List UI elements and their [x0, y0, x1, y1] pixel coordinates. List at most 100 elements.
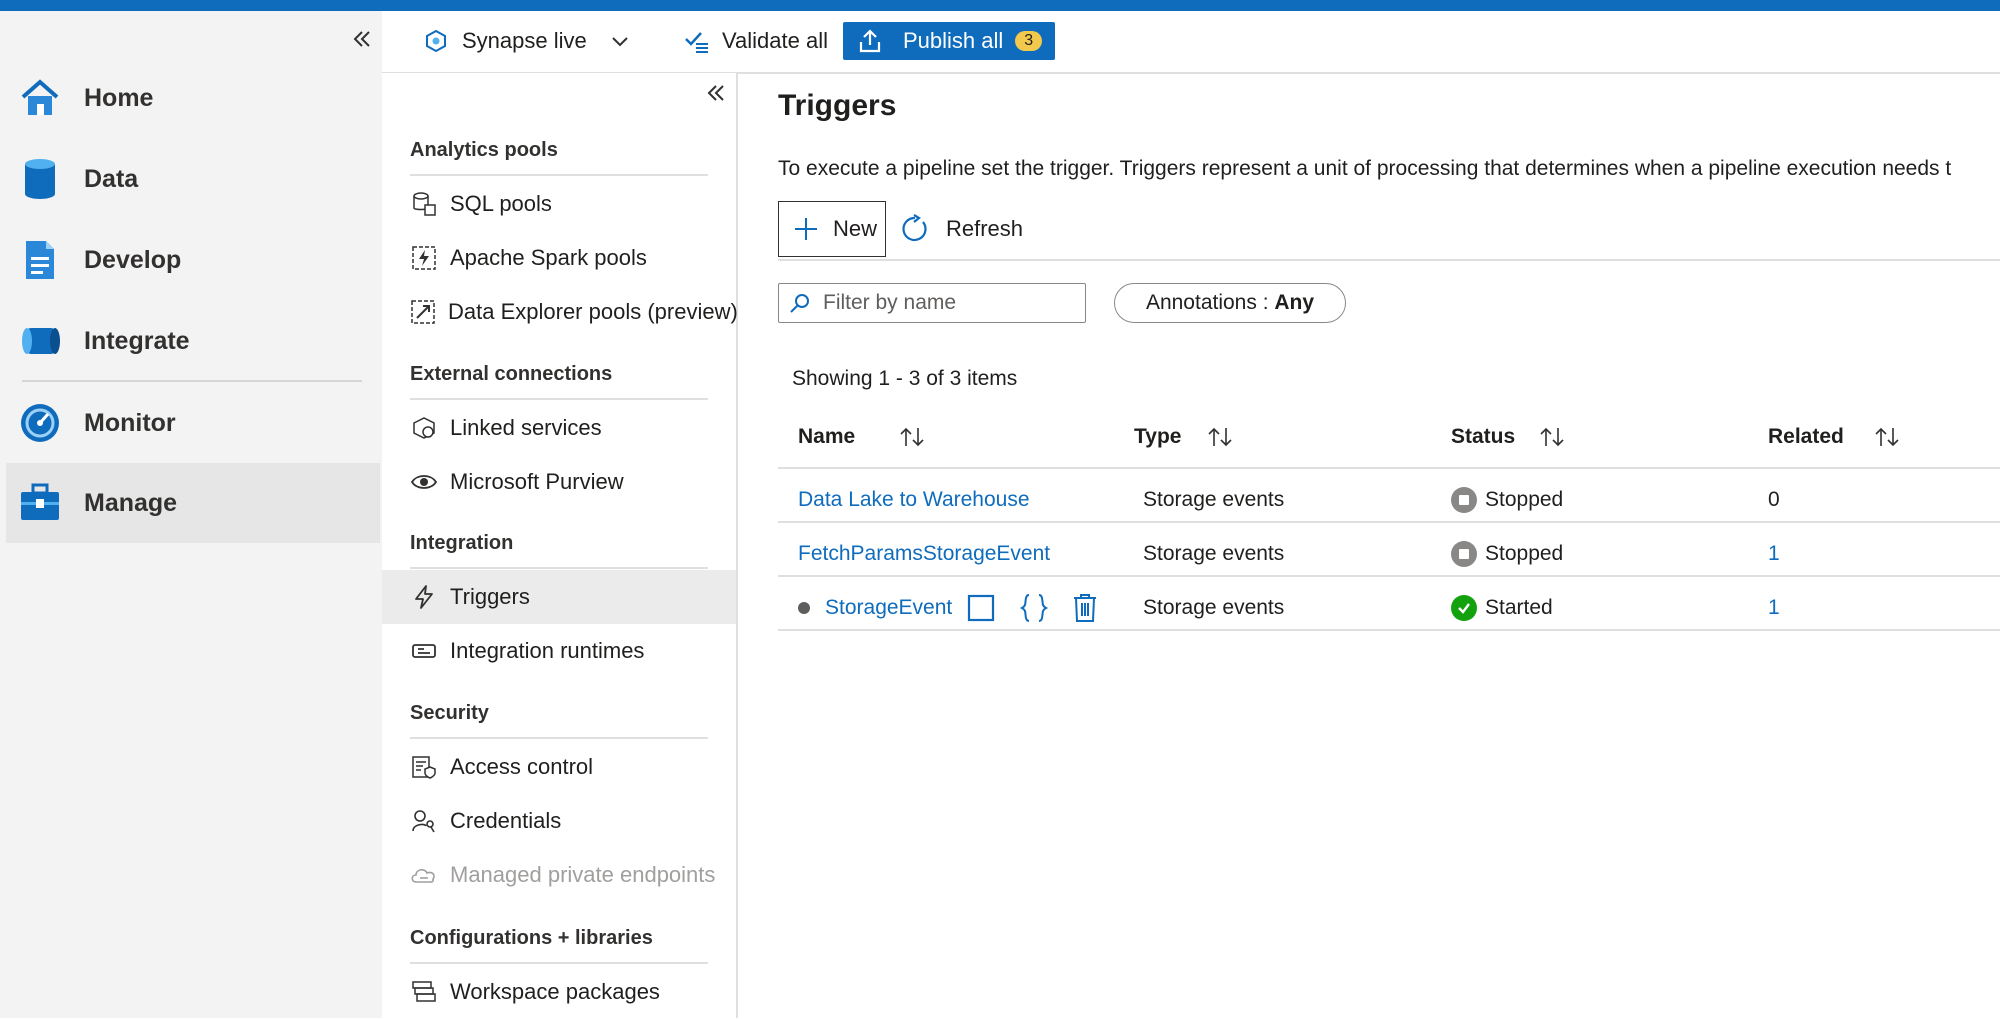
subnav-item-triggers[interactable]: Triggers: [382, 570, 736, 624]
nav-item-home[interactable]: Home: [6, 58, 380, 138]
column-header-label: Name: [798, 425, 856, 448]
left-navigation: Home Data Develop Integrate Monitor Mana…: [0, 11, 382, 1018]
code-braces-icon[interactable]: [1020, 591, 1048, 625]
monitor-icon: [18, 401, 62, 445]
trigger-name-link[interactable]: StorageEvent: [825, 591, 952, 625]
sort-icon: [1539, 426, 1565, 448]
table-row-divider: [778, 575, 2000, 577]
filter-by-name-input[interactable]: Filter by name: [778, 283, 1086, 323]
subnav-label: Access control: [450, 754, 594, 779]
status-label: Started: [1485, 596, 1553, 619]
collapse-nav-icon[interactable]: [350, 27, 374, 51]
workspace-mode-dropdown[interactable]: Synapse live: [424, 11, 629, 71]
subnav-label: Microsoft Purview: [450, 469, 624, 494]
nav-item-monitor[interactable]: Monitor: [6, 383, 380, 463]
column-header-status[interactable]: Status: [1451, 425, 1565, 449]
integrate-icon: [18, 319, 62, 363]
subnav-label: Triggers: [450, 584, 530, 609]
trigger-type: Storage events: [1143, 596, 1285, 619]
delete-trash-icon[interactable]: [1072, 591, 1098, 625]
items-count-text: Showing 1 - 3 of 3 items: [792, 367, 1018, 390]
section-divider: [410, 567, 708, 569]
trigger-type: Storage events: [1143, 542, 1285, 565]
publish-all-label: Publish all: [903, 28, 1004, 53]
subnav-item-apache-spark-pools[interactable]: Apache Spark pools: [382, 231, 736, 285]
develop-icon: [18, 238, 62, 282]
subnav-item-sql-pools[interactable]: SQL pools: [382, 177, 736, 231]
subnav-label: Data Explorer pools (preview): [448, 299, 738, 324]
nav-label-home: Home: [84, 83, 154, 112]
subnav-item-microsoft-purview[interactable]: Microsoft Purview: [382, 455, 736, 509]
refresh-button[interactable]: Refresh: [900, 201, 1023, 257]
manage-subnav: Analytics pools SQL pools Apache Spark p…: [382, 73, 738, 1018]
manage-icon: [18, 481, 62, 525]
annotations-label: Annotations :: [1145, 291, 1275, 314]
nav-item-integrate[interactable]: Integrate: [6, 301, 380, 381]
section-divider: [410, 174, 708, 176]
subnav-item-data-explorer-pools[interactable]: Data Explorer pools (preview): [382, 285, 738, 339]
subnav-item-credentials[interactable]: Credentials: [382, 794, 736, 848]
column-header-related[interactable]: Related: [1768, 425, 1900, 449]
subnav-item-linked-services[interactable]: Linked services: [382, 401, 736, 455]
trigger-status: Stopped: [1451, 537, 1563, 571]
started-check-icon: [1451, 595, 1477, 621]
nav-item-manage[interactable]: Manage: [6, 463, 380, 543]
nav-item-data[interactable]: Data: [6, 139, 380, 219]
section-external-connections: External connections: [410, 363, 613, 385]
table-row-divider: [778, 521, 2000, 523]
spark-pools-icon: [410, 244, 438, 272]
filter-placeholder: Filter by name: [823, 291, 957, 314]
nav-label-data: Data: [84, 164, 139, 193]
collapse-subnav-icon[interactable]: [704, 81, 728, 105]
trigger-name-link[interactable]: Data Lake to Warehouse: [798, 483, 1030, 517]
annotations-filter-pill[interactable]: Annotations : Any: [1114, 283, 1346, 323]
column-header-label: Related: [1768, 425, 1844, 448]
status-label: Stopped: [1485, 488, 1564, 511]
linked-services-icon: [410, 414, 438, 442]
subnav-label: Integration runtimes: [450, 638, 645, 663]
page-description: To execute a pipeline set the trigger. T…: [778, 157, 1952, 180]
validate-all-button[interactable]: Validate all: [684, 11, 828, 71]
related-link[interactable]: 1: [1768, 591, 1780, 625]
subnav-item-access-control[interactable]: Access control: [382, 740, 736, 794]
command-bar-divider: [778, 259, 2000, 261]
data-explorer-pools-icon: [410, 298, 436, 326]
chevron-down-icon: [611, 35, 629, 47]
search-icon: [789, 292, 811, 314]
section-security: Security: [410, 702, 489, 724]
workspace-mode-label: Synapse live: [462, 28, 587, 53]
sql-pools-icon: [410, 190, 438, 218]
refresh-icon: [900, 214, 930, 244]
table-row-divider: [778, 629, 2000, 631]
subnav-label: Apache Spark pools: [450, 245, 647, 270]
section-integration: Integration: [410, 532, 514, 554]
subnav-item-integration-runtimes[interactable]: Integration runtimes: [382, 624, 736, 678]
header-divider: [778, 467, 2000, 469]
column-header-label: Type: [1134, 425, 1182, 448]
column-header-label: Status: [1451, 425, 1516, 448]
sort-icon: [899, 426, 925, 448]
publish-all-button[interactable]: Publish all 3: [843, 22, 1055, 60]
sort-icon: [1874, 426, 1900, 448]
data-icon: [18, 157, 62, 201]
column-header-name[interactable]: Name: [798, 425, 925, 449]
new-trigger-button[interactable]: New: [778, 201, 886, 257]
lightning-icon: [410, 583, 438, 611]
subnav-item-workspace-packages[interactable]: Workspace packages: [382, 965, 736, 1019]
subnav-label: Managed private endpoints: [450, 862, 716, 887]
nav-item-develop[interactable]: Develop: [6, 220, 380, 300]
pending-changes-badge: 3: [1015, 31, 1043, 51]
annotations-value: Any: [1274, 291, 1315, 314]
stop-trigger-icon[interactable]: [967, 591, 995, 625]
validate-icon: [684, 29, 710, 53]
synapse-icon: [424, 29, 448, 53]
trigger-name-link[interactable]: FetchParamsStorageEvent: [798, 537, 1050, 571]
home-icon: [18, 76, 62, 120]
subnav-item-managed-private-endpoints[interactable]: Managed private endpoints: [382, 848, 736, 902]
page-title: Triggers: [778, 89, 897, 122]
trigger-type: Storage events: [1143, 488, 1285, 511]
status-label: Stopped: [1485, 542, 1564, 565]
nav-label-develop: Develop: [84, 245, 182, 274]
column-header-type[interactable]: Type: [1134, 425, 1233, 449]
related-link[interactable]: 1: [1768, 537, 1780, 571]
